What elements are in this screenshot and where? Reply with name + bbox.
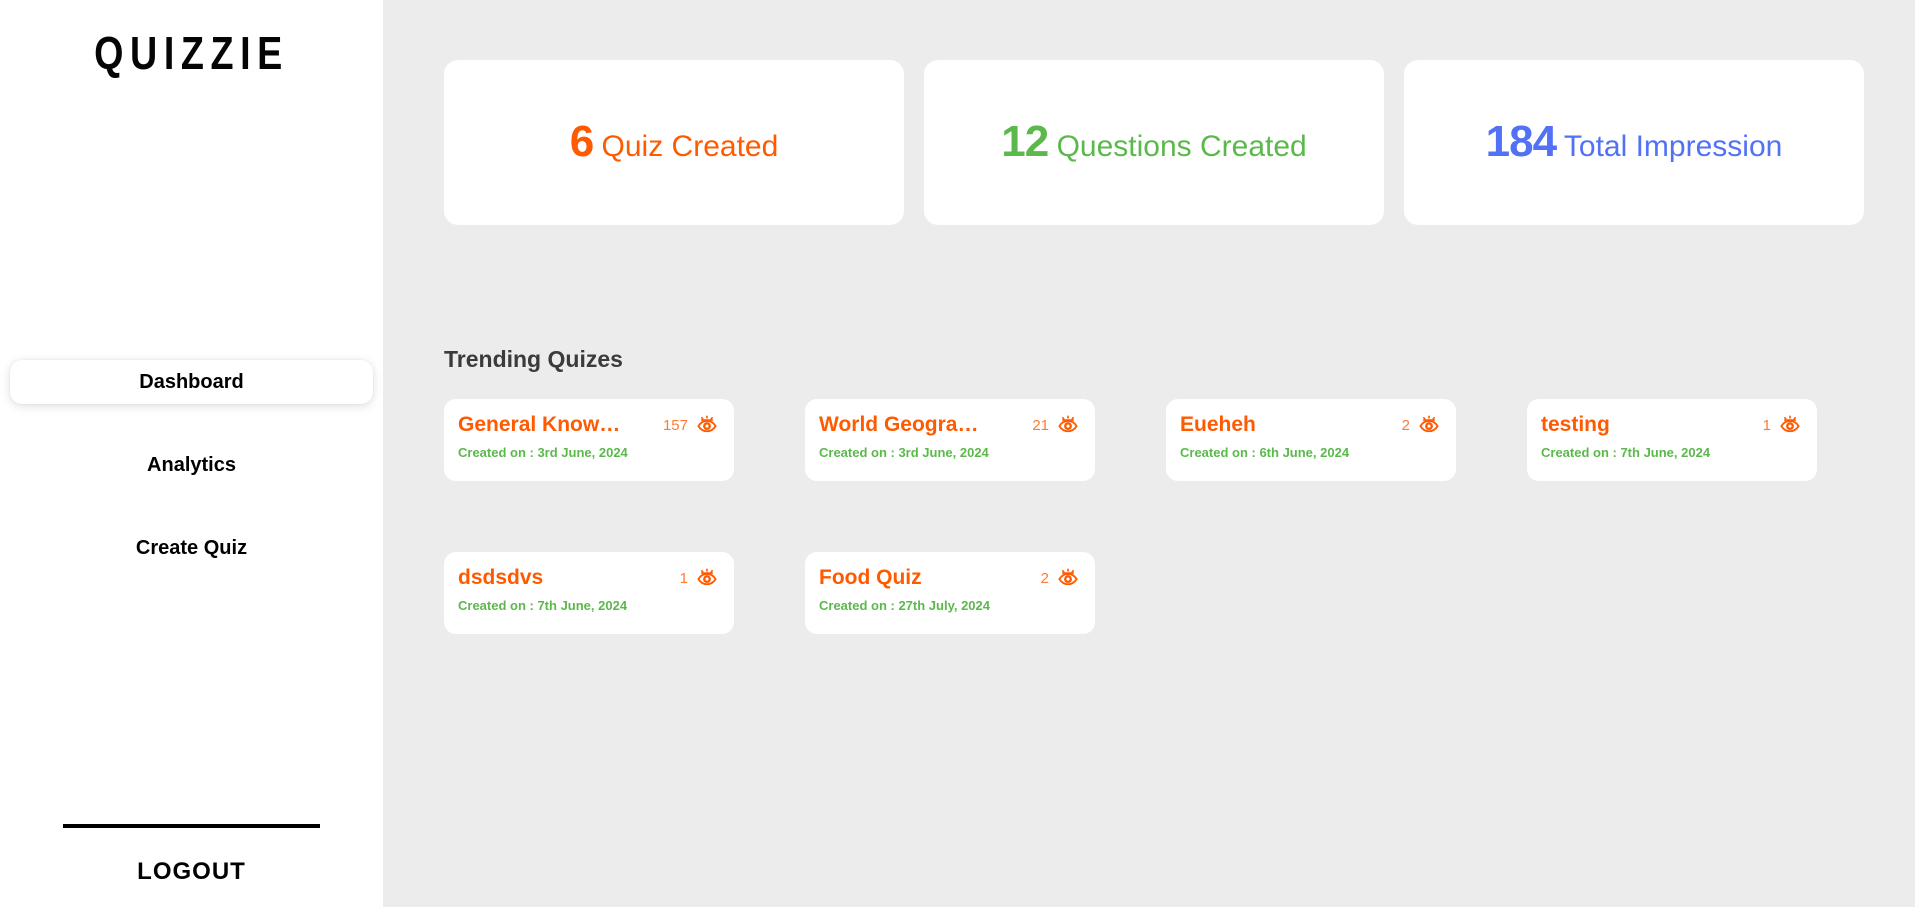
quiz-created-date: Created on : 6th June, 2024 bbox=[1180, 445, 1350, 460]
quiz-card[interactable]: testing 1 Created on : 7th June, 2024 bbox=[1527, 399, 1817, 481]
stat-value: 6 bbox=[569, 117, 595, 167]
quiz-card-header: World Geogra… 21 bbox=[819, 413, 1079, 437]
trending-quizzes-grid: General Know… 157 Created on : 3rd June,… bbox=[444, 399, 1864, 634]
quiz-title: Food Quiz bbox=[819, 566, 922, 589]
quiz-created-date: Created on : 27th July, 2024 bbox=[819, 598, 990, 613]
main-content: 6 Quiz Created 12 Questions Created 184 … bbox=[383, 0, 1915, 907]
sidebar-item-label: Analytics bbox=[147, 453, 236, 476]
stat-value: 184 bbox=[1485, 117, 1557, 167]
quiz-card-header: Eueheh 2 bbox=[1180, 413, 1440, 437]
eye-icon bbox=[696, 414, 718, 436]
stat-card-questions-created: 12 Questions Created bbox=[924, 60, 1384, 225]
sidebar-item-label: Dashboard bbox=[139, 370, 244, 393]
eye-icon bbox=[1418, 414, 1440, 436]
stat-label: Quiz Created bbox=[601, 130, 779, 164]
quiz-card[interactable]: Eueheh 2 Created on : 6th June, 2024 bbox=[1166, 399, 1456, 481]
quiz-title: World Geogra… bbox=[819, 413, 979, 436]
stats-row: 6 Quiz Created 12 Questions Created 184 … bbox=[444, 60, 1864, 225]
quiz-view-count: 1 bbox=[1762, 416, 1771, 434]
stat-card-text: 184 Total Impression bbox=[1486, 113, 1783, 172]
eye-icon bbox=[1057, 567, 1079, 589]
eye-icon bbox=[696, 567, 718, 589]
sidebar-divider bbox=[63, 824, 320, 828]
stat-card-quiz-created: 6 Quiz Created bbox=[444, 60, 904, 225]
quiz-view-count: 2 bbox=[1401, 416, 1410, 434]
quiz-card-header: Food Quiz 2 bbox=[819, 566, 1079, 590]
stat-card-total-impression: 184 Total Impression bbox=[1404, 60, 1864, 225]
quiz-view-count: 1 bbox=[679, 569, 688, 587]
stat-label: Total Impression bbox=[1563, 130, 1783, 164]
quiz-view-count: 2 bbox=[1040, 569, 1049, 587]
sidebar-item-analytics[interactable]: Analytics bbox=[10, 443, 373, 487]
quiz-view-count: 21 bbox=[1032, 416, 1049, 434]
eye-icon bbox=[1779, 414, 1801, 436]
quiz-card[interactable]: Food Quiz 2 Created on : 27th July, 2024 bbox=[805, 552, 1095, 634]
app-logo: QUIZZIE bbox=[94, 27, 289, 79]
stat-card-text: 12 Questions Created bbox=[1001, 113, 1306, 172]
sidebar-item-label: Create Quiz bbox=[135, 536, 248, 559]
sidebar: QUIZZIE Dashboard Analytics Create Quiz … bbox=[0, 0, 383, 907]
quiz-card[interactable]: General Know… 157 Created on : 3rd June,… bbox=[444, 399, 734, 481]
quiz-created-date: Created on : 7th June, 2024 bbox=[1541, 445, 1711, 460]
trending-section-title: Trending Quizes bbox=[444, 346, 623, 372]
quiz-title: dsdsdvs bbox=[458, 566, 544, 589]
quiz-card[interactable]: dsdsdvs 1 Created on : 7th June, 2024 bbox=[444, 552, 734, 634]
quiz-card-header: testing 1 bbox=[1541, 413, 1801, 437]
quiz-title: Eueheh bbox=[1180, 413, 1256, 436]
logout-button[interactable]: LOGOUT bbox=[0, 858, 383, 886]
sidebar-nav: Dashboard Analytics Create Quiz bbox=[0, 360, 383, 609]
quiz-view-count: 157 bbox=[662, 416, 688, 434]
quiz-card-header: dsdsdvs 1 bbox=[458, 566, 718, 590]
stat-label: Questions Created bbox=[1056, 130, 1307, 164]
quiz-created-date: Created on : 3rd June, 2024 bbox=[458, 445, 628, 460]
sidebar-item-dashboard[interactable]: Dashboard bbox=[10, 360, 373, 404]
quiz-title: testing bbox=[1541, 413, 1610, 436]
quiz-created-date: Created on : 3rd June, 2024 bbox=[819, 445, 989, 460]
eye-icon bbox=[1057, 414, 1079, 436]
quiz-card-header: General Know… 157 bbox=[458, 413, 718, 437]
quiz-card[interactable]: World Geogra… 21 Created on : 3rd June, … bbox=[805, 399, 1095, 481]
stat-value: 12 bbox=[1001, 117, 1049, 167]
sidebar-item-create-quiz[interactable]: Create Quiz bbox=[10, 526, 373, 570]
quiz-created-date: Created on : 7th June, 2024 bbox=[458, 598, 628, 613]
stat-card-text: 6 Quiz Created bbox=[570, 113, 779, 172]
quiz-title: General Know… bbox=[458, 413, 621, 436]
